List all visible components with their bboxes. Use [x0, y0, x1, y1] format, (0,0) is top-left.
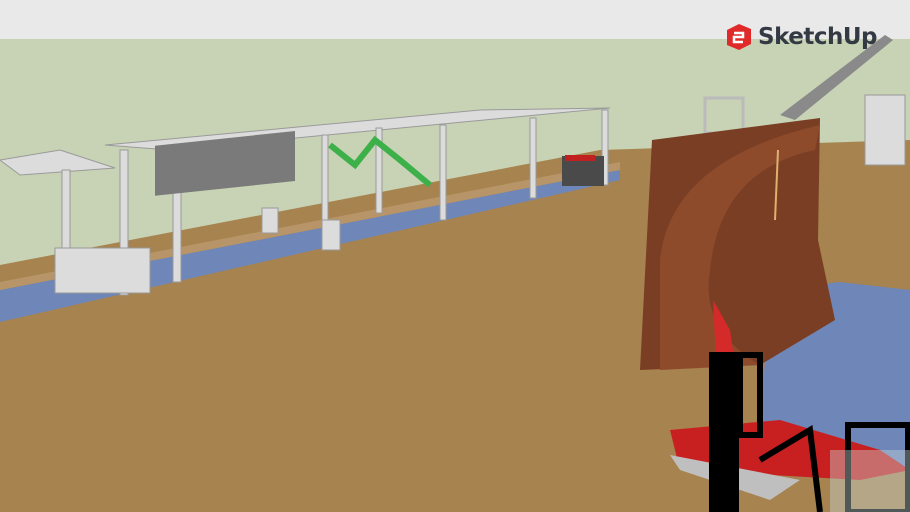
red-box-top	[565, 155, 595, 161]
sketchup-logo: SketchUp	[724, 22, 878, 52]
right-building	[864, 94, 906, 166]
sketchup-logo-icon	[727, 24, 751, 50]
glass-panel	[830, 450, 910, 512]
3d-model-viewport[interactable]	[0, 0, 910, 512]
sketchup-logo-text: SketchUp	[758, 24, 878, 50]
